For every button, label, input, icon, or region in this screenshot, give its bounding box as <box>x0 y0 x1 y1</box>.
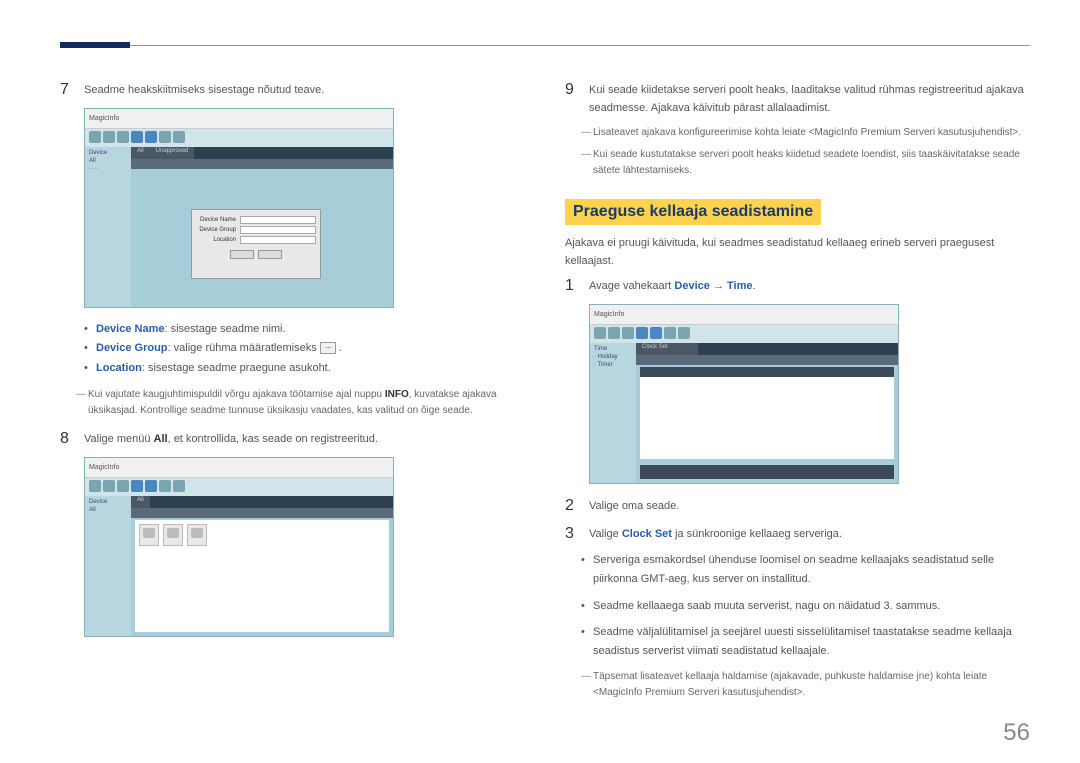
section-heading: Praeguse kellaaja seadistamine <box>565 199 821 225</box>
step7-bullets: Device Name: sisestage seadme nimi. Devi… <box>84 320 525 379</box>
step-2: 2 Valige oma seade. <box>565 496 1030 516</box>
sub-bullet: Seadme väljalülitamisel ja seejärel uues… <box>581 623 1030 660</box>
step9-note2: Kui seade kustutatakse serveri poolt hea… <box>581 147 1030 179</box>
step-8: 8 Valige menüü All, et kontrollida, kas … <box>60 429 525 449</box>
step-9: 9 Kui seade kiidetakse serveri poolt hea… <box>565 80 1030 117</box>
step-number: 8 <box>60 429 74 448</box>
sub-bullet: Seadme kellaaega saab muuta serverist, n… <box>581 597 1030 616</box>
step-text: Avage vahekaart Device → Time. <box>589 276 1030 296</box>
step-text: Seadme heakskiitmiseks sisestage nõutud … <box>84 80 525 100</box>
step9-note1: Lisateavet ajakava konfigureerimise koht… <box>581 125 1030 141</box>
header-accent <box>60 42 130 48</box>
step-7: 7 Seadme heakskiitmiseks sisestage nõutu… <box>60 80 525 100</box>
step-text: Valige oma seade. <box>589 496 1030 516</box>
step-number: 3 <box>565 524 579 543</box>
step-text: Valige menüü All, et kontrollida, kas se… <box>84 429 525 449</box>
step-number: 7 <box>60 80 74 99</box>
step7-note: Kui vajutate kaugjuhtimispuldil võrgu aj… <box>76 387 525 419</box>
sub-bullet: Serveriga esmakordsel ühenduse loomisel … <box>581 551 1030 588</box>
step-number: 2 <box>565 496 579 515</box>
time-note: Täpsemat lisateavet kellaaja haldamise (… <box>581 669 1030 701</box>
left-column: 7 Seadme heakskiitmiseks sisestage nõutu… <box>60 30 525 707</box>
step-number: 1 <box>565 276 579 295</box>
bullet-location: Location: sisestage seadme praegune asuk… <box>84 359 525 379</box>
section-intro: Ajakava ei pruugi käivituda, kui seadmes… <box>565 235 1030 270</box>
step3-subbullets: Serveriga esmakordsel ühenduse loomisel … <box>581 551 1030 660</box>
header-rule <box>130 45 1030 46</box>
step-text: Valige Clock Set ja sünkroonige kellaaeg… <box>589 524 1030 544</box>
right-column: 9 Kui seade kiidetakse serveri poolt hea… <box>565 30 1030 707</box>
dots-button-icon: ··· <box>320 342 336 354</box>
step-1: 1 Avage vahekaart Device → Time. <box>565 276 1030 296</box>
page-content: 7 Seadme heakskiitmiseks sisestage nõutu… <box>0 0 1080 727</box>
page-number: 56 <box>1003 719 1030 747</box>
step-3: 3 Valige Clock Set ja sünkroonige kellaa… <box>565 524 1030 544</box>
bullet-device-name: Device Name: sisestage seadme nimi. <box>84 320 525 340</box>
screenshot-device-approve: MagicInfo DeviceAll· · · AllUnapproved D… <box>84 108 525 308</box>
screenshot-all-devices: MagicInfo DeviceAll All <box>84 457 525 637</box>
app-logo-text: MagicInfo <box>89 115 119 122</box>
step-text: Kui seade kiidetakse serveri poolt heaks… <box>589 80 1030 117</box>
screenshot-device-time: MagicInfo Time· Holiday· Timer Clock Set <box>589 304 1030 484</box>
step-number: 9 <box>565 80 579 99</box>
bullet-device-group: Device Group: valige rühma määratlemisek… <box>84 339 525 359</box>
